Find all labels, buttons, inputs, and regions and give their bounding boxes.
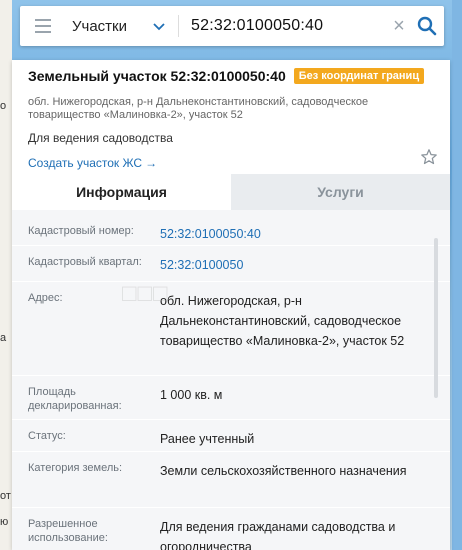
table-row: Статус: Ранее учтенный (12, 420, 450, 452)
search-bar: Участки 52:32:0100050:40 × (20, 6, 444, 46)
chevron-down-icon (153, 23, 165, 31)
table-row: Адрес: обл. Нижегородская, р-н Дальнекон… (12, 282, 450, 376)
parcel-address: обл. Нижегородская, р-н Дальнеконстантин… (28, 96, 369, 121)
search-input[interactable]: 52:32:0100050:40 (179, 17, 388, 35)
detail-key: Категория земель: (28, 462, 123, 474)
map-label: а (0, 332, 7, 344)
map-right-strip (452, 0, 462, 550)
create-parcel-label: Создать участок ЖС (28, 156, 143, 170)
detail-value: обл. Нижегородская, р-н Дальнеконстантин… (160, 294, 405, 348)
arrow-right-icon: → (145, 156, 158, 170)
search-type-label: Участки (72, 17, 127, 35)
parcel-header: Земельный участок 52:32:0100050:40 Без к… (12, 60, 450, 174)
cadastral-number-link[interactable]: 52:32:0100050:40 (160, 224, 450, 245)
map-label: от (0, 490, 11, 502)
map-label: ю (0, 516, 9, 528)
map-left-strip: о а от ю (0, 0, 12, 550)
search-button[interactable] (410, 6, 444, 46)
search-icon (417, 16, 437, 36)
table-row: Категория земель: Земли сельскохозяйстве… (12, 452, 450, 508)
detail-key: Статус: (28, 430, 66, 442)
details-table: □□□ Кадастровый номер: 52:32:0100050:40 … (12, 210, 450, 550)
tab-bar: Информация Услуги (12, 174, 450, 210)
cadastral-quarter-link[interactable]: 52:32:0100050 (160, 255, 450, 281)
detail-value: Земли сельскохозяйственного назначения (160, 464, 407, 478)
menu-icon[interactable] (20, 6, 66, 46)
table-row: Кадастровый номер: 52:32:0100050:40 (12, 210, 450, 246)
detail-key: Кадастровый номер: (28, 225, 134, 237)
table-row: Площадь декларированная: 1 000 кв. м (12, 376, 450, 420)
tab-services[interactable]: Услуги (231, 174, 450, 210)
parcel-purpose: Для ведения садоводства (28, 131, 173, 145)
tab-information[interactable]: Информация (12, 174, 231, 210)
detail-key: Разрешенное использование: (28, 518, 108, 544)
watermark: □□□ (122, 280, 169, 307)
detail-value: Для ведения гражданами садоводства и ого… (160, 520, 396, 550)
scrollbar[interactable] (434, 238, 438, 398)
detail-key: Площадь декларированная: (28, 386, 122, 412)
table-row: Кадастровый квартал: 52:32:0100050 (12, 246, 450, 282)
detail-key: Кадастровый квартал: (28, 256, 142, 268)
status-badge: Без координат границ (293, 68, 425, 84)
map-label: о (0, 100, 7, 112)
star-icon[interactable] (420, 148, 438, 166)
parcel-title: Земельный участок 52:32:0100050:40 (28, 68, 286, 84)
table-row: Разрешенное использование: Для ведения г… (12, 508, 450, 550)
search-type-select[interactable]: Участки (66, 6, 178, 46)
create-parcel-link[interactable]: Создать участок ЖС → (28, 156, 157, 170)
clear-icon[interactable]: × (388, 15, 410, 38)
detail-value: Ранее учтенный (160, 432, 255, 446)
detail-value: 1 000 кв. м (160, 388, 223, 402)
parcel-card: Земельный участок 52:32:0100050:40 Без к… (12, 60, 450, 550)
